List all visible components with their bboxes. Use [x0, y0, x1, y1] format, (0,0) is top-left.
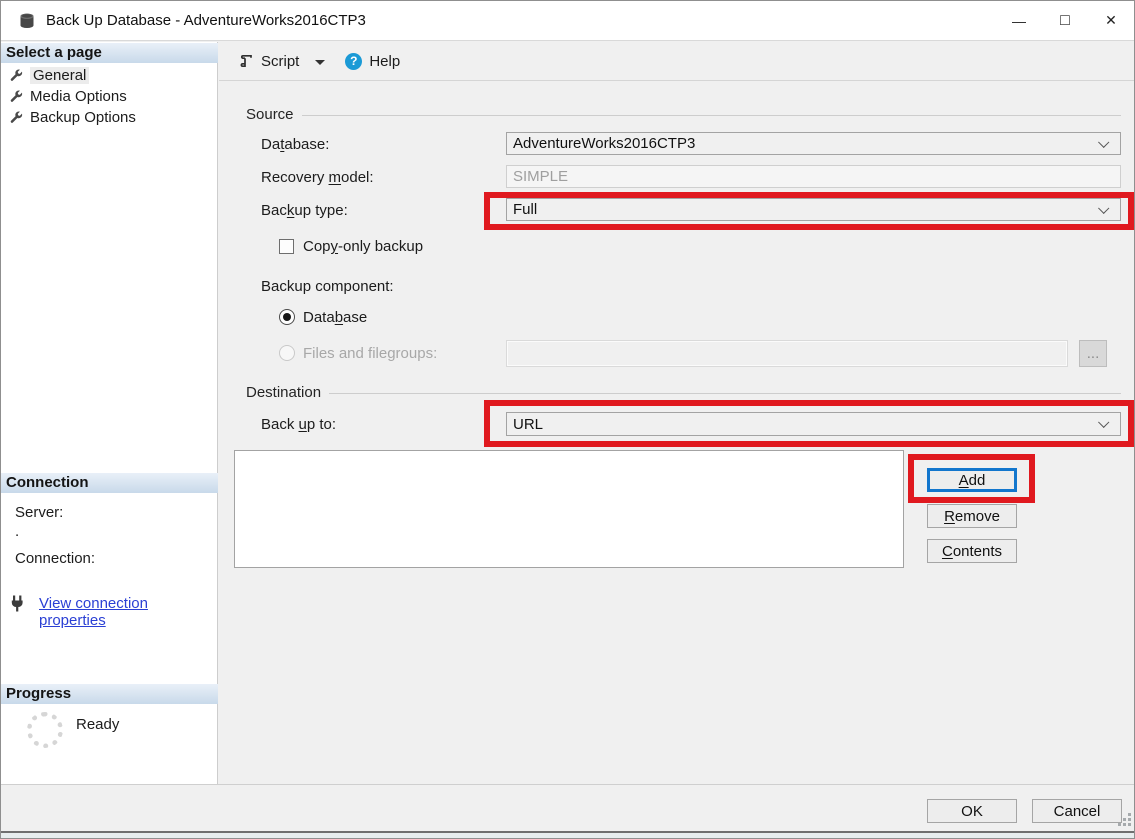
script-label: Script — [261, 53, 299, 70]
help-icon: ? — [345, 53, 362, 70]
progress-spinner-icon — [27, 712, 63, 748]
window-title: Back Up Database - AdventureWorks2016CTP… — [46, 12, 366, 29]
sidebar-item-media-options[interactable]: Media Options — [9, 86, 127, 106]
source-group: Source — [246, 106, 1121, 123]
add-button[interactable]: Add — [927, 468, 1017, 492]
database-combobox-value: AdventureWorks2016CTP3 — [513, 135, 695, 152]
sidebar: Select a page General Media Options Back… — [1, 42, 218, 784]
script-icon — [238, 53, 254, 69]
caption-buttons: — □ ✕ — [996, 1, 1134, 40]
contents-button[interactable]: Contents — [927, 539, 1017, 563]
window-bottom-strip — [1, 833, 1135, 839]
destination-group: Destination — [246, 384, 1121, 401]
backup-to-combobox-value: URL — [513, 416, 543, 433]
minimize-icon: — — [1012, 13, 1026, 29]
select-a-page-header: Select a page — [1, 43, 218, 63]
view-connection-properties-link[interactable]: View connection properties — [39, 595, 217, 629]
recovery-model-input: SIMPLE — [506, 165, 1121, 188]
close-icon: ✕ — [1105, 12, 1117, 29]
progress-header: Progress — [1, 684, 218, 704]
connection-properties-icon — [10, 595, 28, 612]
dropdown-arrow-icon — [315, 60, 325, 65]
chevron-down-icon — [1098, 137, 1109, 148]
database-radio[interactable] — [279, 309, 295, 325]
add-button-label: Add — [959, 472, 986, 489]
chevron-down-icon — [1098, 417, 1109, 428]
wrench-icon — [9, 68, 23, 82]
server-value: . — [15, 523, 19, 540]
recovery-model-label: Recovery model: — [261, 169, 374, 186]
ok-button[interactable]: OK — [927, 799, 1017, 823]
connection-header: Connection — [1, 473, 218, 493]
sidebar-item-general[interactable]: General — [9, 65, 89, 85]
source-group-label: Source — [246, 106, 294, 123]
maximize-button[interactable]: □ — [1042, 1, 1088, 40]
backup-type-combobox-value: Full — [513, 201, 537, 218]
titlebar: Back Up Database - AdventureWorks2016CTP… — [1, 1, 1134, 41]
destination-group-label: Destination — [246, 384, 321, 401]
sidebar-item-label: Media Options — [30, 88, 127, 105]
recovery-model-value: SIMPLE — [513, 168, 568, 185]
wrench-icon — [9, 89, 23, 103]
minimize-button[interactable]: — — [996, 1, 1042, 40]
footer: OK Cancel — [1, 784, 1135, 831]
chevron-down-icon — [1098, 203, 1109, 214]
database-label: Database: — [261, 136, 329, 153]
files-filegroups-input — [506, 340, 1068, 367]
ok-button-label: OK — [961, 803, 983, 820]
backup-type-combobox[interactable]: Full — [506, 198, 1121, 221]
database-combobox[interactable]: AdventureWorks2016CTP3 — [506, 132, 1121, 155]
copy-only-label[interactable]: Copy-only backup — [303, 238, 423, 255]
main-panel: Script ? Help Source Database: Adventure… — [219, 42, 1135, 784]
script-dropdown-button[interactable] — [308, 54, 336, 69]
files-filegroups-radio — [279, 345, 295, 361]
wrench-icon — [9, 110, 23, 124]
remove-button-label: Remove — [944, 508, 1000, 525]
contents-button-label: Contents — [942, 543, 1002, 560]
close-button[interactable]: ✕ — [1088, 1, 1134, 40]
cancel-button[interactable]: Cancel — [1032, 799, 1122, 823]
destination-group-line — [329, 393, 1121, 394]
maximize-icon: □ — [1060, 12, 1070, 30]
backup-type-label: Backup type: — [261, 202, 348, 219]
progress-status: Ready — [76, 716, 119, 733]
server-label: Server: — [15, 504, 63, 521]
backup-to-combobox[interactable]: URL — [506, 412, 1121, 436]
resize-grip[interactable] — [1128, 823, 1131, 826]
destination-listbox[interactable] — [234, 450, 904, 568]
connection-label: Connection: — [15, 550, 95, 567]
copy-only-checkbox[interactable] — [279, 239, 294, 254]
remove-button[interactable]: Remove — [927, 504, 1017, 528]
help-button[interactable]: ? Help — [340, 49, 405, 74]
database-icon — [18, 12, 36, 30]
browse-button: ... — [1079, 340, 1107, 367]
cancel-button-label: Cancel — [1054, 803, 1101, 820]
sidebar-item-backup-options[interactable]: Backup Options — [9, 107, 136, 127]
files-filegroups-radio-label: Files and filegroups: — [303, 345, 437, 362]
help-label: Help — [369, 53, 400, 70]
sidebar-item-label: General — [30, 67, 89, 84]
toolbar: Script ? Help — [219, 42, 1135, 81]
backup-to-label: Back up to: — [261, 416, 336, 433]
source-group-line — [302, 115, 1121, 116]
backup-component-label: Backup component: — [261, 278, 394, 295]
script-button[interactable]: Script — [233, 49, 304, 74]
browse-button-label: ... — [1087, 345, 1100, 362]
sidebar-item-label: Backup Options — [30, 109, 136, 126]
database-radio-label[interactable]: Database — [303, 309, 367, 326]
backup-database-dialog: Back Up Database - AdventureWorks2016CTP… — [0, 0, 1135, 839]
